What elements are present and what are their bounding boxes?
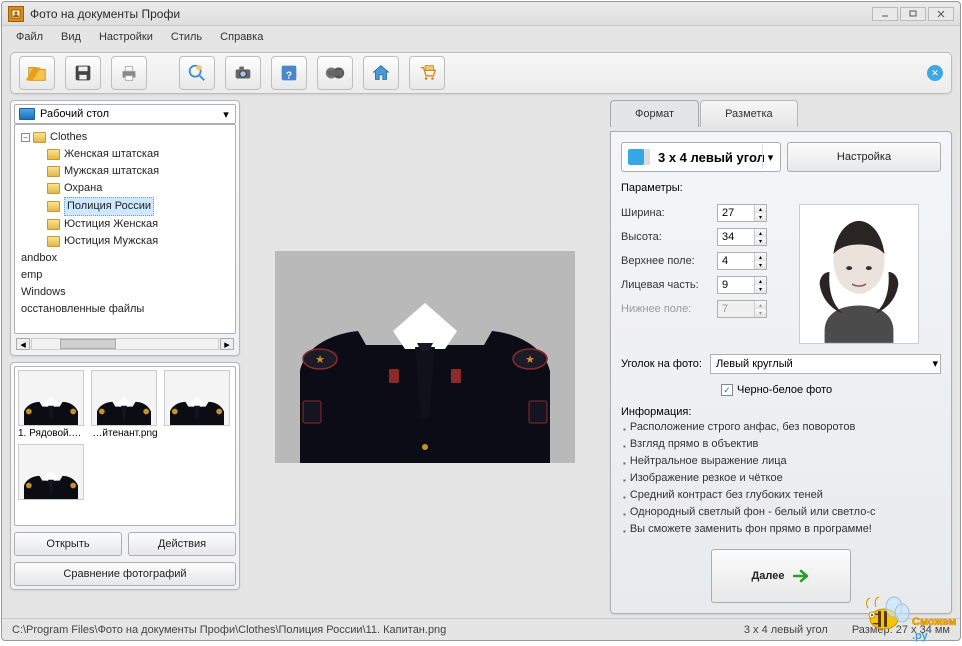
corner-label: Уголок на фото:	[621, 358, 702, 370]
tree-folder-clothes[interactable]: −Clothes	[21, 129, 233, 146]
sample-photo	[799, 204, 919, 344]
thumbnail-caption: 1. Рядовой.png	[18, 428, 86, 439]
status-size: Размер: 27 х 34 мм	[852, 624, 950, 636]
preview-area: ★ ★	[244, 100, 606, 614]
info-list: Расположение строго анфас, без поворотов…	[621, 420, 941, 539]
format-icon	[628, 149, 650, 165]
menu-view[interactable]: Вид	[53, 29, 89, 45]
thumbnail-item[interactable]	[18, 444, 86, 502]
open-button[interactable]: Открыть	[14, 532, 122, 556]
toolbar-cart-icon[interactable]	[409, 56, 445, 90]
scroll-left-icon[interactable]: ◂	[16, 338, 30, 350]
tree-folder[interactable]: осстановленные файлы	[21, 301, 233, 318]
tree-folder[interactable]: Охрана	[35, 180, 233, 197]
minimize-button[interactable]	[872, 7, 898, 21]
top-margin-input[interactable]: 4▴▾	[717, 252, 767, 270]
desktop-icon	[19, 108, 35, 120]
info-label: Информация:	[621, 406, 941, 418]
tree-folder[interactable]: Юстиция Мужская	[35, 233, 233, 250]
toolbar-zoom-icon[interactable]	[179, 56, 215, 90]
svg-text:?: ?	[286, 71, 292, 82]
toolbar-open-icon[interactable]	[19, 56, 55, 90]
location-text: Рабочий стол	[40, 108, 109, 120]
tree-folder[interactable]: Юстиция Женская	[35, 216, 233, 233]
thumbnail-item[interactable]: …йтенант.png	[91, 370, 159, 439]
location-combo[interactable]: Рабочий стол ▾	[14, 104, 236, 124]
tree-folder[interactable]: Мужская штатская	[35, 163, 233, 180]
scroll-right-icon[interactable]: ▸	[220, 338, 234, 350]
tree-folder[interactable]: Женская штатская	[35, 146, 233, 163]
title-bar: Фото на документы Профи	[2, 2, 960, 26]
bw-checkbox[interactable]: ✓	[721, 384, 733, 396]
window-title: Фото на документы Профи	[30, 7, 180, 21]
arrow-right-icon	[793, 569, 811, 583]
close-button[interactable]	[928, 7, 954, 21]
tab-layout[interactable]: Разметка	[700, 100, 798, 127]
menu-help[interactable]: Справка	[212, 29, 271, 45]
toolbar-video-icon[interactable]	[317, 56, 353, 90]
app-window: Фото на документы Профи Файл Вид Настрой…	[1, 1, 961, 641]
maximize-button[interactable]	[900, 7, 926, 21]
chevron-down-icon: ▾	[219, 107, 233, 121]
bw-label: Черно-белое фото	[737, 384, 832, 396]
thumbnail-item[interactable]	[164, 370, 232, 439]
menu-file[interactable]: Файл	[8, 29, 51, 45]
width-label: Ширина:	[621, 207, 717, 219]
svg-text:★: ★	[315, 354, 325, 366]
chevron-down-icon: ▾	[932, 357, 938, 370]
toolbar-save-icon[interactable]	[65, 56, 101, 90]
tab-format[interactable]: Формат	[610, 100, 699, 127]
clothing-preview[interactable]: ★ ★	[275, 251, 575, 463]
app-icon	[8, 6, 24, 22]
toolbar-home-icon[interactable]	[363, 56, 399, 90]
next-button[interactable]: Далее	[711, 549, 851, 603]
tree-folder[interactable]: Windows	[21, 284, 233, 301]
toolbar-close-icon[interactable]: ✕	[927, 65, 943, 81]
format-settings-button[interactable]: Настройка	[787, 142, 941, 172]
file-browser: Рабочий стол ▾ −Clothes Женская штатская…	[10, 100, 240, 356]
format-panel: 3 х 4 левый угол ▾ Настройка Параметры: …	[610, 131, 952, 614]
menu-bar: Файл Вид Настройки Стиль Справка	[2, 26, 960, 48]
corner-select[interactable]: Левый круглый ▾	[710, 354, 941, 374]
params-label: Параметры:	[621, 182, 941, 194]
toolbar-print-icon[interactable]	[111, 56, 147, 90]
face-part-input[interactable]: 9▴▾	[717, 276, 767, 294]
status-format: 3 х 4 левый угол	[744, 624, 828, 636]
height-input[interactable]: 34▴▾	[717, 228, 767, 246]
width-input[interactable]: 27▴▾	[717, 204, 767, 222]
toolbar-camera-icon[interactable]	[225, 56, 261, 90]
actions-button[interactable]: Действия	[128, 532, 236, 556]
format-combo[interactable]: 3 х 4 левый угол ▾	[621, 142, 781, 172]
tree-folder[interactable]: andbox	[21, 250, 233, 267]
thumbnail-caption: …йтенант.png	[91, 428, 159, 439]
bottom-margin-label: Нижнее поле:	[621, 303, 717, 315]
toolbar-help-icon[interactable]: ?	[271, 56, 307, 90]
tree-folder-selected[interactable]: Полиция России	[35, 197, 233, 216]
status-path: C:\Program Files\Фото на документы Профи…	[12, 624, 446, 636]
bottom-margin-input: 7▴▾	[717, 300, 767, 318]
status-bar: C:\Program Files\Фото на документы Профи…	[2, 618, 960, 640]
thumbnail-item[interactable]: 1. Рядовой.png	[18, 370, 86, 439]
thumbnail-panel: 1. Рядовой.png …йтенант.png	[10, 362, 240, 590]
toolbar: ? ✕	[10, 52, 952, 94]
menu-settings[interactable]: Настройки	[91, 29, 161, 45]
height-label: Высота:	[621, 231, 717, 243]
svg-text:★: ★	[525, 354, 535, 366]
face-part-label: Лицевая часть:	[621, 279, 717, 291]
tree-scrollbar[interactable]: ◂ ▸	[14, 336, 236, 352]
format-name: 3 х 4 левый угол	[658, 150, 765, 165]
chevron-down-icon: ▾	[762, 145, 778, 169]
tree-folder[interactable]: emp	[21, 267, 233, 284]
folder-tree[interactable]: −Clothes Женская штатская Мужская штатск…	[14, 124, 236, 334]
top-margin-label: Верхнее поле:	[621, 255, 717, 267]
right-tabs: Формат Разметка	[610, 100, 952, 127]
compare-button[interactable]: Сравнение фотографий	[14, 562, 236, 586]
menu-style[interactable]: Стиль	[163, 29, 210, 45]
